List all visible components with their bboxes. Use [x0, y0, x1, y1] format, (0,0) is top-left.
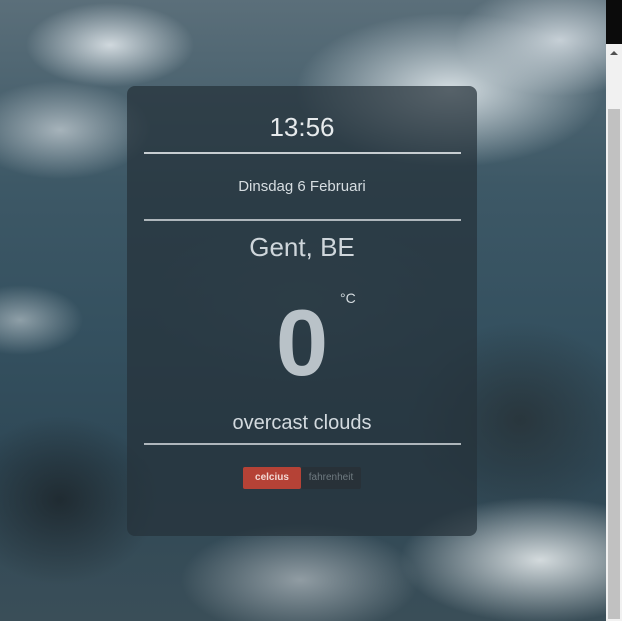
current-time: 13:56 — [269, 112, 335, 142]
weather-condition: overcast clouds — [232, 412, 372, 434]
celsius-button[interactable]: celcius — [243, 467, 301, 489]
browser-chrome-corner — [606, 0, 622, 44]
fahrenheit-button[interactable]: fahrenheit — [301, 467, 361, 489]
vertical-scrollbar[interactable] — [606, 44, 622, 621]
unit-toggle: celcius fahrenheit — [243, 467, 361, 489]
scroll-up-button[interactable] — [606, 44, 622, 61]
location-name: Gent, BE — [249, 232, 355, 262]
scrollbar-thumb[interactable] — [608, 109, 620, 619]
temperature-unit: °C — [340, 290, 356, 306]
weather-card: 13:56 Dinsdag 6 Februari Gent, BE 0 °C o… — [127, 86, 477, 536]
temperature-value: 0 — [275, 290, 329, 395]
divider — [144, 152, 461, 154]
divider — [144, 443, 461, 445]
divider — [144, 219, 461, 221]
temperature-display: 0 °C — [127, 286, 477, 396]
chevron-up-icon — [610, 50, 618, 55]
current-date: Dinsdag 6 Februari — [238, 178, 366, 195]
